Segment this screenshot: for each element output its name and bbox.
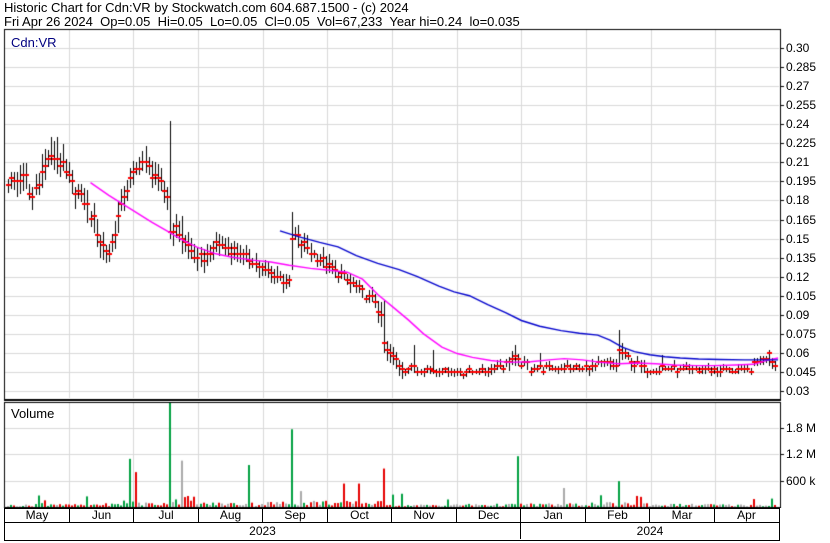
month-label-nov: Nov (392, 509, 457, 522)
price-volume-chart-canvas (0, 0, 830, 543)
volume-axis-label: 600 k (786, 474, 815, 488)
volume-panel-label: Volume (11, 406, 54, 421)
month-label-sep: Sep (263, 509, 328, 522)
volume-axis: 1.8 M 1.2 M 600 k (783, 0, 830, 543)
volume-axis-label: 1.2 M (786, 447, 816, 461)
month-label-feb: Feb (586, 509, 650, 522)
volume-axis-label: 1.8 M (786, 421, 816, 435)
month-label-aug: Aug (199, 509, 263, 522)
month-label-may: May (5, 509, 70, 522)
stockwatch-chart-page: Historic Chart for Cdn:VR by Stockwatch.… (0, 0, 830, 543)
month-label-apr: Apr (715, 509, 778, 522)
month-axis-row: MayJunJulAugSepOctNovDecJanFebMarApr (4, 508, 780, 523)
year-axis-row: 20232024 (4, 523, 780, 541)
year-label-2023: 2023 (5, 523, 521, 539)
month-label-jul: Jul (134, 509, 199, 522)
year-label-2024: 2024 (521, 523, 779, 539)
month-label-dec: Dec (457, 509, 521, 522)
symbol-label: Cdn:VR (11, 35, 57, 50)
month-label-jan: Jan (521, 509, 586, 522)
month-label-mar: Mar (650, 509, 715, 522)
month-label-oct: Oct (328, 509, 392, 522)
month-label-jun: Jun (70, 509, 134, 522)
